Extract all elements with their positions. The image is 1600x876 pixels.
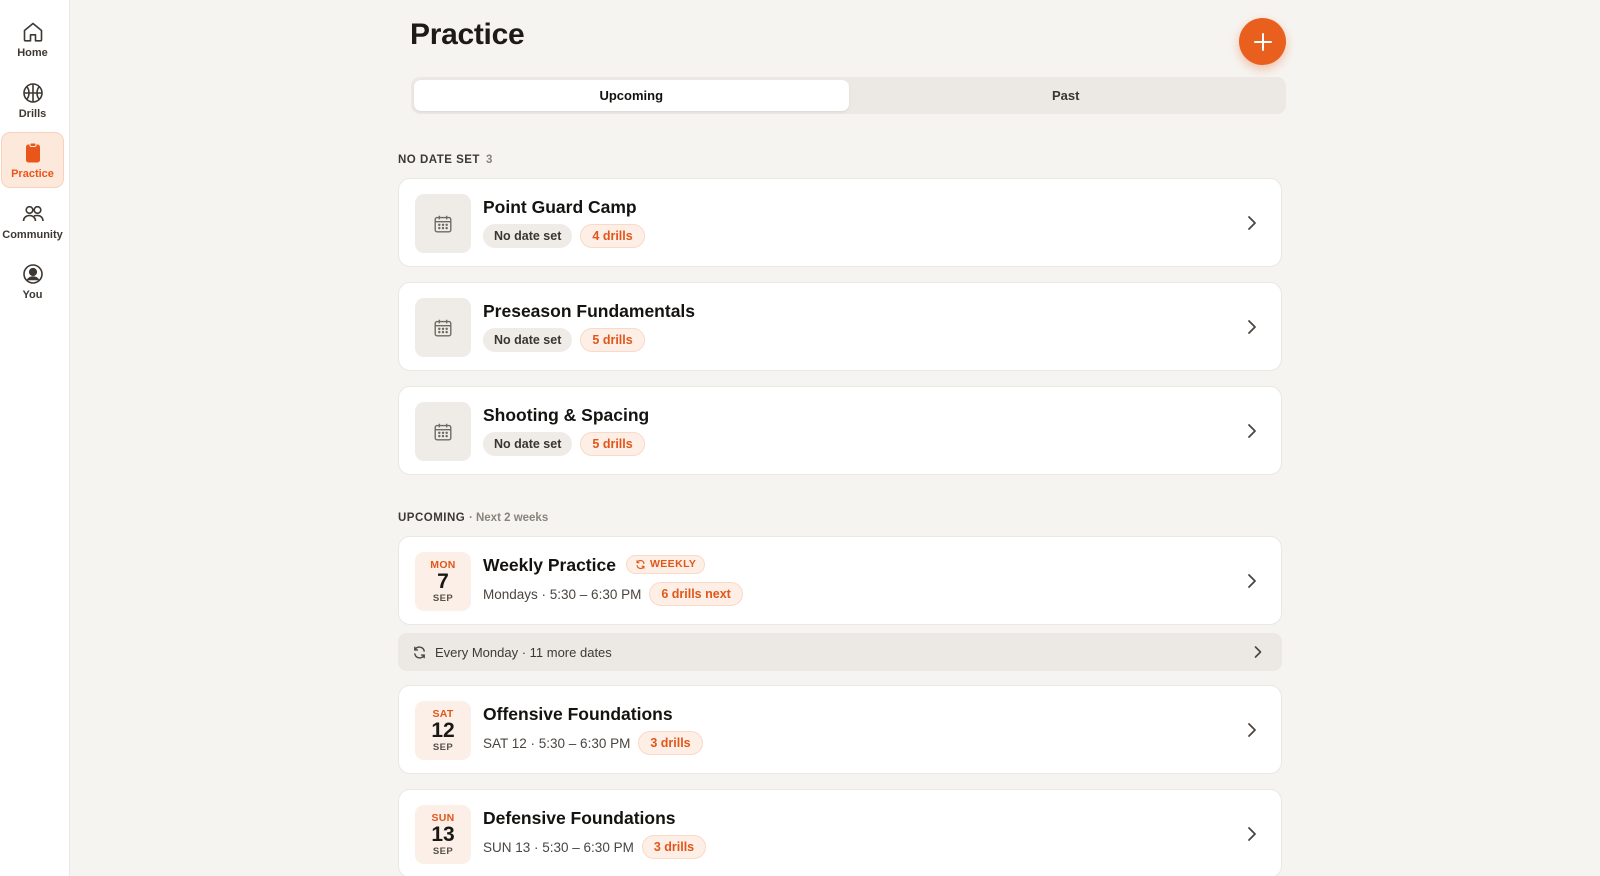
practice-title-row: Weekly Practice WEEKLY [483, 554, 706, 576]
practice-meta: SUN 13 · 5:30 – 6:30 PM 3 drills [483, 835, 707, 859]
sidebar-item-label: You [22, 288, 43, 301]
practice-title: Defensive Foundations [483, 808, 676, 828]
practice-schedule: SAT 12 · 5:30 – 6:30 PM [483, 735, 631, 751]
recurrence-text: Every Monday · 11 more dates [435, 644, 612, 660]
section-label: NO DATE SET [398, 154, 480, 166]
date-status-pill: No date set [483, 328, 573, 352]
chevron-right-icon [1248, 320, 1256, 334]
calendar-thumb [415, 194, 471, 253]
practice-card[interactable]: SAT 12 SEP Offensive Foundations SAT 12 … [398, 685, 1282, 774]
practice-meta: No date set 5 drills [483, 328, 645, 352]
date-status-pill: No date set [483, 432, 573, 456]
chevron-right-icon [1248, 827, 1256, 841]
month: SEP [432, 742, 454, 753]
sidebar-item-label: Drills [18, 107, 47, 120]
tab-upcoming[interactable]: Upcoming [414, 80, 849, 111]
drill-count-pill: 3 drills [638, 731, 703, 755]
practice-meta: SAT 12 · 5:30 – 6:30 PM 3 drills [483, 731, 703, 755]
practice-card[interactable]: MON 7 SEP Weekly Practice WEEKLY Mondays … [398, 536, 1282, 625]
practice-card[interactable]: Preseason Fundamentals No date set 5 dri… [398, 282, 1282, 371]
practice-card[interactable]: Shooting & Spacing No date set 5 drills [398, 386, 1282, 475]
plus-icon [1253, 32, 1272, 51]
day-number: 12 [431, 719, 455, 742]
practice-title: Shooting & Spacing [483, 405, 650, 425]
practice-meta: No date set 5 drills [483, 432, 645, 456]
recurring-badge-label: WEEKLY [649, 558, 697, 571]
section-header-upcoming: UPCOMING · Next 2 weeks [398, 512, 548, 524]
chevron-right-icon [1248, 723, 1256, 737]
practice-meta: No date set 4 drills [483, 224, 645, 248]
repeat-icon [636, 559, 645, 569]
calendar-thumb [415, 298, 471, 357]
recurrence-row[interactable]: Every Monday · 11 more dates [398, 633, 1282, 671]
sidebar: Home Drills Practice Community You [0, 0, 70, 876]
sidebar-item-practice[interactable]: Practice [1, 132, 64, 188]
practice-card[interactable]: Point Guard Camp No date set 4 drills [398, 178, 1282, 267]
sidebar-item-label: Home [17, 46, 48, 59]
practice-card[interactable]: SUN 13 SEP Defensive Foundations SUN 13 … [398, 789, 1282, 876]
clipboard-icon [25, 142, 40, 162]
tab-bar: Upcoming Past [411, 77, 1286, 114]
chevron-right-icon [1248, 216, 1256, 230]
user-circle-icon [22, 263, 43, 284]
sidebar-item-you[interactable]: You [1, 253, 64, 309]
practice-title: Weekly Practice [483, 555, 616, 575]
calendar-icon [434, 423, 452, 440]
sidebar-item-label: Community [2, 228, 63, 241]
day-number: 7 [437, 570, 449, 593]
page-title: Practice [410, 18, 525, 51]
month: SEP [432, 593, 454, 604]
sidebar-item-drills[interactable]: Drills [1, 72, 64, 128]
sidebar-item-label: Practice [11, 167, 54, 180]
drill-count-pill: 3 drills [641, 835, 707, 859]
date-status-pill: No date set [483, 224, 573, 248]
section-count: 3 [485, 154, 493, 166]
drill-count-pill: 5 drills [580, 432, 645, 456]
date-thumb: SUN 13 SEP [415, 805, 471, 864]
sidebar-item-community[interactable]: Community [1, 193, 64, 249]
practice-schedule: SUN 13 · 5:30 – 6:30 PM [483, 839, 634, 855]
date-thumb: SAT 12 SEP [415, 701, 471, 760]
chevron-right-icon [1248, 574, 1256, 588]
people-icon [22, 205, 44, 221]
chevron-right-icon [1248, 424, 1256, 438]
calendar-icon [434, 215, 452, 232]
practice-title: Preseason Fundamentals [483, 301, 696, 321]
practice-meta: Mondays · 5:30 – 6:30 PM 6 drills next [483, 582, 743, 606]
drill-count-pill: 6 drills next [649, 582, 743, 606]
date-thumb: MON 7 SEP [415, 552, 471, 611]
practice-title: Point Guard Camp [483, 197, 637, 217]
month: SEP [432, 846, 454, 857]
tab-past[interactable]: Past [849, 80, 1284, 111]
section-header-no-date: NO DATE SET 3 [398, 154, 492, 166]
section-subtitle: · Next 2 weeks [468, 512, 549, 524]
practice-title: Offensive Foundations [483, 704, 673, 724]
add-practice-button[interactable] [1239, 18, 1286, 65]
repeat-icon [414, 645, 425, 659]
calendar-icon [434, 319, 452, 336]
sidebar-item-home[interactable]: Home [1, 11, 64, 67]
section-label: UPCOMING [398, 512, 466, 524]
calendar-thumb [415, 402, 471, 461]
drill-count-pill: 5 drills [580, 328, 645, 352]
practice-schedule: Mondays · 5:30 – 6:30 PM [483, 586, 642, 602]
basketball-icon [22, 82, 43, 103]
home-icon [23, 22, 42, 42]
day-number: 13 [431, 823, 455, 846]
recurring-badge: WEEKLY [625, 554, 706, 574]
drill-count-pill: 4 drills [580, 224, 645, 248]
chevron-right-icon [1254, 646, 1262, 658]
